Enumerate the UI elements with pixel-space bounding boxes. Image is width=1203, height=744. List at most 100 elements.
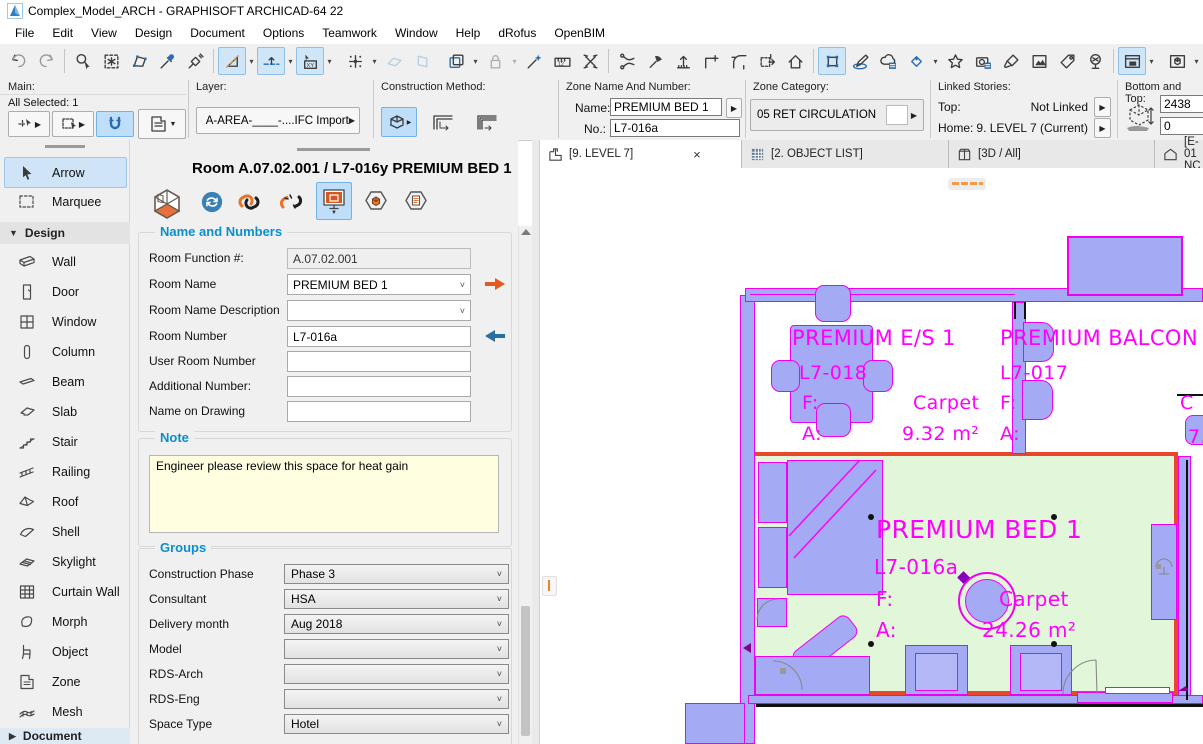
- construction-phase-select[interactable]: Phase 3˅: [284, 564, 509, 584]
- favorites-icon[interactable]: [941, 47, 969, 75]
- model-select[interactable]: ˅: [284, 639, 509, 659]
- zone-default-settings-button[interactable]: ▼: [138, 109, 186, 139]
- selection-handle[interactable]: [868, 514, 874, 520]
- scrollbar-thumb[interactable]: [521, 606, 530, 736]
- balcony-chair[interactable]: [1022, 380, 1053, 420]
- extrude-icon[interactable]: [669, 47, 697, 75]
- wardrobe[interactable]: [758, 462, 787, 523]
- menu-drofus[interactable]: dRofus: [489, 23, 545, 43]
- sync-button[interactable]: [198, 188, 226, 216]
- wall-left[interactable]: [740, 295, 755, 744]
- tool-zone[interactable]: Zone: [4, 666, 127, 697]
- delivery-month-select[interactable]: Aug 2018˅: [284, 614, 509, 634]
- note-textarea[interactable]: Engineer please review this space for he…: [149, 455, 499, 533]
- marquee-star-icon[interactable]: [97, 47, 125, 75]
- tool-curtain-wall[interactable]: Curtain Wall: [4, 576, 127, 607]
- home-story-picker-button[interactable]: ▶: [1094, 118, 1111, 138]
- coordinates-dropdown[interactable]: ▾: [324, 57, 335, 66]
- toolbox-section-design[interactable]: ▼Design: [0, 222, 130, 244]
- tool-door[interactable]: Door: [4, 276, 127, 307]
- marquee-settings-button[interactable]: ▶: [52, 111, 94, 137]
- construction-method-inner-button[interactable]: [424, 107, 462, 137]
- balcony-slab-corner[interactable]: [685, 703, 745, 744]
- rotate-element-dropdown[interactable]: ▾: [930, 57, 941, 66]
- tool-stair[interactable]: Stair: [4, 426, 127, 457]
- inject-parameters-icon[interactable]: [181, 47, 209, 75]
- menu-window[interactable]: Window: [386, 23, 447, 43]
- find-select-icon[interactable]: [69, 47, 97, 75]
- floorplan-canvas[interactable]: PREMIUM E/S 1 L7-018 F: Carpet A: 9.32 m…: [540, 168, 1203, 744]
- chair[interactable]: [771, 360, 800, 392]
- open-datasheet-button[interactable]: [400, 186, 432, 218]
- trace-reference-dropdown[interactable]: ▾: [470, 57, 481, 66]
- additional-number-field[interactable]: [287, 376, 471, 397]
- toolbox-grip[interactable]: [45, 145, 85, 148]
- tool-beam[interactable]: Beam: [4, 366, 127, 397]
- floorplan-window-icon[interactable]: [1118, 47, 1146, 75]
- fit-selection-icon[interactable]: [576, 47, 604, 75]
- home-story-icon[interactable]: [781, 47, 809, 75]
- resize-icon[interactable]: [753, 47, 781, 75]
- measure-icon[interactable]: 12: [548, 47, 576, 75]
- close-tab-icon[interactable]: ×: [691, 147, 703, 162]
- undo-icon[interactable]: [4, 47, 32, 75]
- snap-points-icon[interactable]: [341, 47, 369, 75]
- construction-method-outer-button[interactable]: [468, 107, 506, 137]
- armchair[interactable]: [905, 645, 968, 695]
- tool-shell[interactable]: Shell: [4, 516, 127, 547]
- 3d-window-icon[interactable]: [1163, 47, 1191, 75]
- markup-cloud-icon[interactable]: [874, 47, 902, 75]
- redo-icon[interactable]: [32, 47, 60, 75]
- menu-file[interactable]: File: [6, 23, 43, 43]
- floorplan-window-dropdown[interactable]: ▾: [1146, 57, 1157, 66]
- tool-column[interactable]: Column: [4, 336, 127, 367]
- desk[interactable]: [1151, 524, 1177, 620]
- tool-skylight[interactable]: Skylight: [4, 546, 127, 577]
- menu-options[interactable]: Options: [254, 23, 313, 43]
- menu-design[interactable]: Design: [126, 23, 181, 43]
- guide-lines-icon[interactable]: [218, 47, 246, 75]
- collapsed-palette-handle[interactable]: [542, 576, 557, 596]
- zone-name-picker-button[interactable]: ▶: [726, 98, 742, 118]
- adjust-icon[interactable]: [641, 47, 669, 75]
- counter[interactable]: [755, 656, 870, 695]
- push-to-drofus-arrow-icon[interactable]: [483, 277, 507, 291]
- tool-marquee[interactable]: Marquee: [4, 186, 127, 217]
- tag-icon[interactable]: [1053, 47, 1081, 75]
- menu-edit[interactable]: Edit: [43, 23, 82, 43]
- tool-mesh[interactable]: Mesh: [4, 696, 127, 727]
- chair[interactable]: [863, 360, 893, 392]
- rotate-element-icon[interactable]: [902, 47, 930, 75]
- tab-level-7[interactable]: [9. LEVEL 7] ×: [540, 140, 742, 168]
- space-type-select[interactable]: Hotel˅: [284, 714, 509, 734]
- room-number-field[interactable]: L7-016a: [287, 326, 471, 347]
- zone-bottom-height-input[interactable]: [1160, 117, 1203, 135]
- construction-method-box-button[interactable]: ▶: [381, 107, 417, 137]
- tab-object-list[interactable]: [2. OBJECT LIST]: [742, 140, 949, 168]
- menu-teamwork[interactable]: Teamwork: [313, 23, 386, 43]
- panel-grip[interactable]: [297, 148, 370, 151]
- tool-window[interactable]: Window: [4, 306, 127, 337]
- room-name-select[interactable]: PREMIUM BED 1˅: [287, 274, 471, 295]
- zone-name-input[interactable]: [610, 98, 722, 116]
- tool-slab[interactable]: Slab: [4, 396, 127, 427]
- window-sill[interactable]: [1105, 687, 1170, 694]
- room-name-description-select[interactable]: ˅: [287, 300, 471, 321]
- menu-openbim[interactable]: OpenBIM: [545, 23, 614, 43]
- layer-button[interactable]: A-AREA-____-....IFC Import ▶: [196, 107, 360, 134]
- bed[interactable]: [787, 460, 883, 595]
- snap-guides-dropdown[interactable]: ▾: [285, 57, 296, 66]
- cabinet[interactable]: [757, 598, 787, 627]
- chair[interactable]: [815, 285, 851, 322]
- armchair[interactable]: [1010, 645, 1072, 695]
- tab-elevation[interactable]: [E-01 NC: [1155, 140, 1203, 168]
- top-link-picker-button[interactable]: ▶: [1094, 97, 1111, 117]
- split-icon[interactable]: [613, 47, 641, 75]
- user-room-number-field[interactable]: [287, 351, 471, 372]
- rds-eng-select[interactable]: ˅: [284, 689, 509, 709]
- edit-selection-icon[interactable]: [818, 47, 846, 75]
- link-button[interactable]: [232, 186, 266, 218]
- annotate-icon[interactable]: [846, 47, 874, 75]
- tool-railing[interactable]: Railing: [4, 456, 127, 487]
- rebuild-icon[interactable]: [997, 47, 1025, 75]
